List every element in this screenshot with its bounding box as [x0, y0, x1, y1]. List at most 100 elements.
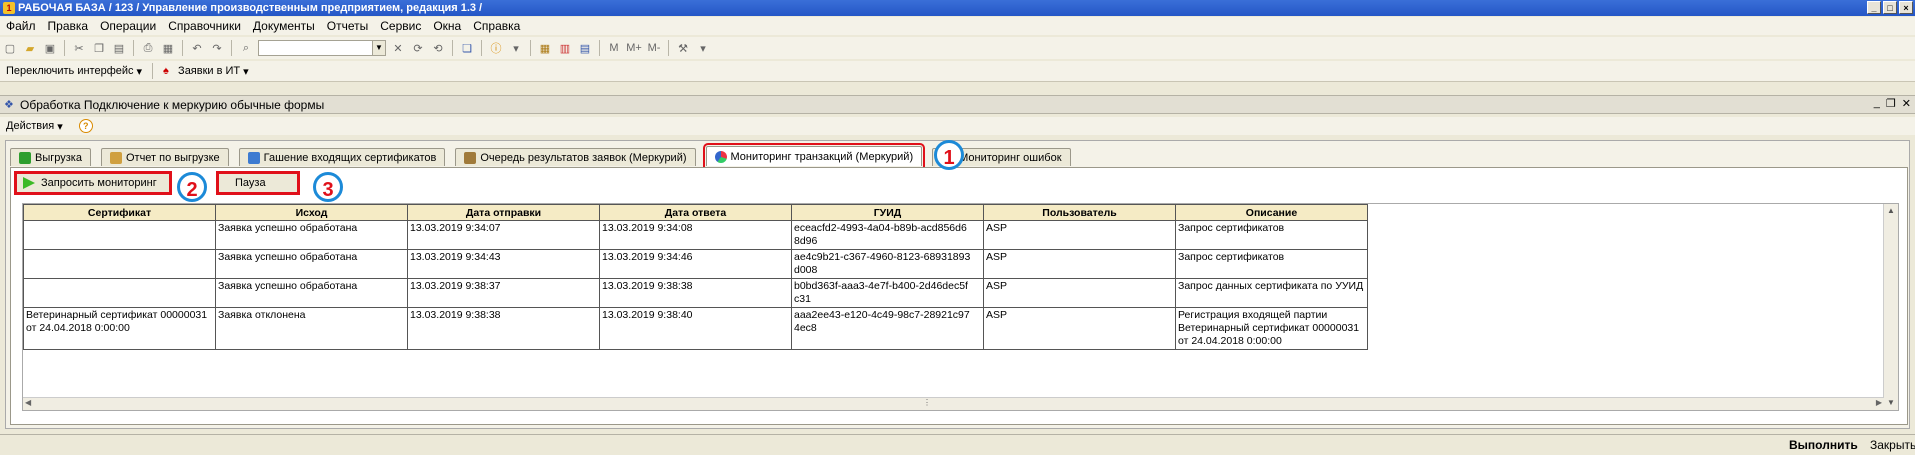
scroll-right-icon[interactable]: ▶ [1876, 398, 1882, 407]
paste-icon[interactable]: ▤ [111, 40, 127, 56]
cell-guid: b0bd363f-aaa3-4e7f-b400-2d46dec5f c31 [791, 278, 984, 308]
undo-icon[interactable]: ↶ [189, 40, 205, 56]
scroll-down-icon[interactable]: ▼ [1884, 396, 1898, 410]
copy-icon[interactable]: ❐ [91, 40, 107, 56]
toolbar-divider [481, 40, 482, 56]
secondary-toolbar: Переключить интерфейс ▾ ♠ Заявки в ИТ ▾ [0, 61, 1915, 82]
memory-plus-icon[interactable]: M+ [626, 40, 642, 56]
request-monitoring-button[interactable]: Запросить мониторинг [14, 171, 172, 195]
table-row[interactable]: Заявка успешно обработана 13.03.2019 9:3… [23, 249, 1368, 279]
print-icon[interactable]: ⎙ [140, 40, 156, 56]
chevron-down-icon[interactable]: ▼ [372, 41, 385, 55]
minimize-icon[interactable]: _ [1867, 1, 1881, 14]
maximize-icon[interactable]: □ [1883, 1, 1897, 14]
redo-icon[interactable]: ↷ [209, 40, 225, 56]
info-icon[interactable]: ⓘ [488, 40, 504, 56]
cut-icon[interactable]: ✂ [71, 40, 87, 56]
clear-search-icon[interactable]: ✕ [390, 40, 406, 56]
cell-answer-date: 13.03.2019 9:34:46 [599, 249, 792, 279]
tab-transaction-monitoring[interactable]: Мониторинг транзакций (Меркурий) [702, 143, 926, 169]
processing-icon: ❖ [4, 98, 14, 111]
save-icon[interactable]: ▣ [42, 40, 58, 56]
window-title: РАБОЧАЯ БАЗА / 123 / Управление производ… [18, 2, 483, 14]
column-header-answer-date[interactable]: Дата ответа [599, 204, 792, 221]
table-row[interactable]: Заявка успешно обработана 13.03.2019 9:3… [23, 278, 1368, 308]
tab-export[interactable]: Выгрузка [10, 148, 91, 166]
table-row[interactable]: Заявка успешно обработана 13.03.2019 9:3… [23, 220, 1368, 250]
actions-bar: Действия ▾ ? [0, 117, 1915, 135]
queue-icon [464, 151, 477, 164]
tab-export-report[interactable]: Отчет по выгрузке [100, 148, 229, 166]
form-window-controls: _ ❐ ✕ [1874, 97, 1911, 110]
windows-icon[interactable]: ❏ [459, 40, 475, 56]
play-icon [23, 177, 35, 189]
menu-edit[interactable]: Правка [42, 19, 95, 33]
menu-documents[interactable]: Документы [247, 19, 321, 33]
tools-icon[interactable]: ⚒ [675, 40, 691, 56]
column-header-description[interactable]: Описание [1175, 204, 1368, 221]
scroll-grip-icon[interactable]: ⋮ [923, 398, 931, 407]
print-preview-icon[interactable]: ▦ [160, 40, 176, 56]
memory-minus-icon[interactable]: M- [646, 40, 662, 56]
switch-interface-button[interactable]: Переключить интерфейс ▾ [0, 65, 148, 78]
search-next-icon[interactable]: ⟳ [410, 40, 426, 56]
scroll-left-icon[interactable]: ◀ [25, 398, 31, 407]
tab-request-queue[interactable]: Очередь результатов заявок (Меркурий) [455, 148, 696, 166]
cell-user: ASP [983, 278, 1176, 308]
cell-certificate [23, 278, 216, 308]
search-input[interactable]: ▼ [258, 40, 386, 56]
tab-certificate-redemption[interactable]: Гашение входящих сертификатов [238, 148, 446, 166]
column-header-guid[interactable]: ГУИД [791, 204, 984, 221]
memory-m-icon[interactable]: M [606, 40, 622, 56]
open-folder-icon[interactable]: ▰ [22, 40, 38, 56]
actions-menu-button[interactable]: Действия ▾ [0, 120, 69, 133]
restore-icon[interactable]: ❐ [1886, 97, 1896, 110]
table-icon[interactable]: ▤ [577, 40, 593, 56]
chevron-down-icon[interactable]: ▾ [695, 40, 711, 56]
toolbar-divider [599, 40, 600, 56]
calendar-icon[interactable]: ▥ [557, 40, 573, 56]
menu-bar: Файл Правка Операции Справочники Докумен… [0, 17, 1915, 35]
cell-user: ASP [983, 307, 1176, 350]
pause-button[interactable]: Пауза [216, 171, 300, 195]
tab-label: Отчет по выгрузке [125, 151, 220, 164]
callout-2: 2 [177, 172, 207, 202]
column-header-sent-date[interactable]: Дата отправки [407, 204, 600, 221]
column-header-user[interactable]: Пользователь [983, 204, 1176, 221]
it-requests-button[interactable]: ♠ Заявки в ИТ ▾ [157, 65, 255, 78]
calculator-icon[interactable]: ▦ [537, 40, 553, 56]
menu-service[interactable]: Сервис [374, 19, 427, 33]
monitoring-table: Сертификат Исход Дата отправки Дата отве… [23, 204, 1368, 350]
table-row[interactable]: Ветеринарный сертификат 00000031 от 24.0… [23, 307, 1368, 350]
close-icon[interactable]: × [1899, 1, 1913, 14]
close-icon[interactable]: ✕ [1902, 97, 1911, 110]
menu-catalogs[interactable]: Справочники [162, 19, 247, 33]
search-icon[interactable]: ⌕ [238, 40, 254, 56]
main-toolbar: ▢ ▰ ▣ ✂ ❐ ▤ ⎙ ▦ ↶ ↷ ⌕ ▼ ✕ ⟳ ⟲ ❏ ⓘ ▾ ▦ ▥ … [0, 37, 1915, 59]
callout-3: 3 [313, 172, 343, 202]
menu-file[interactable]: Файл [0, 19, 42, 33]
bell-icon: ♠ [163, 65, 169, 77]
menu-reports[interactable]: Отчеты [321, 19, 374, 33]
chevron-down-icon[interactable]: ▾ [508, 40, 524, 56]
export-icon [19, 151, 31, 164]
horizontal-scrollbar[interactable]: ◀ ⋮ ▶ [23, 397, 1884, 410]
vertical-scrollbar[interactable]: ▲ ▼ [1883, 204, 1898, 410]
toolbar-divider [231, 40, 232, 56]
pause-label: Пауза [235, 177, 266, 189]
menu-operations[interactable]: Операции [94, 19, 162, 33]
menu-windows[interactable]: Окна [427, 19, 467, 33]
column-header-outcome[interactable]: Исход [215, 204, 408, 221]
it-requests-label: Заявки в ИТ [178, 65, 241, 77]
minimize-icon[interactable]: _ [1874, 97, 1880, 110]
help-icon[interactable]: ? [78, 119, 93, 133]
column-header-certificate[interactable]: Сертификат [23, 204, 216, 221]
execute-button[interactable]: Выполнить [1789, 438, 1858, 453]
menu-help[interactable]: Справка [467, 19, 526, 33]
close-button[interactable]: Закрыть [1870, 438, 1915, 453]
cell-answer-date: 13.03.2019 9:38:38 [599, 278, 792, 308]
scroll-up-icon[interactable]: ▲ [1884, 204, 1898, 218]
new-document-icon[interactable]: ▢ [2, 40, 18, 56]
toolbar-divider [64, 40, 65, 56]
search-prev-icon[interactable]: ⟲ [430, 40, 446, 56]
